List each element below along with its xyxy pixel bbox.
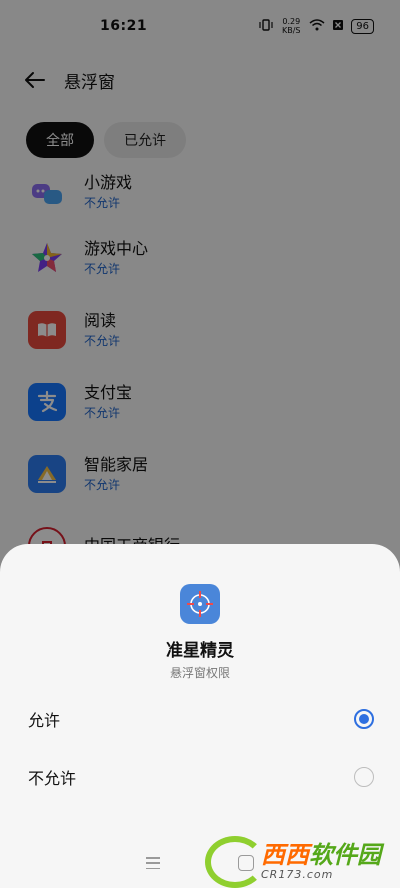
site-watermark: 西西软件园 CR173.com [205,835,400,888]
menu-icon[interactable] [146,857,160,869]
crosshair-app-icon [180,584,220,624]
option-deny-radio[interactable] [354,767,374,787]
watermark-main: 西西软件园 [261,842,381,868]
option-allow-radio[interactable] [354,709,374,729]
watermark-main-orange: 西西 [261,841,309,869]
option-deny-label: 不允许 [28,769,77,788]
watermark-text: 西西软件园 CR173.com [261,842,381,881]
sheet-subtitle: 悬浮窗权限 [169,666,230,680]
option-allow[interactable]: 允许 [0,694,400,744]
sheet-app-name: 准星精灵 [166,641,234,661]
option-allow-label: 允许 [28,711,61,730]
watermark-url: CR173.com [261,868,334,881]
watermark-main-green: 软件园 [309,841,381,869]
watermark-logo [205,835,265,888]
option-deny[interactable]: 不允许 [0,752,400,802]
